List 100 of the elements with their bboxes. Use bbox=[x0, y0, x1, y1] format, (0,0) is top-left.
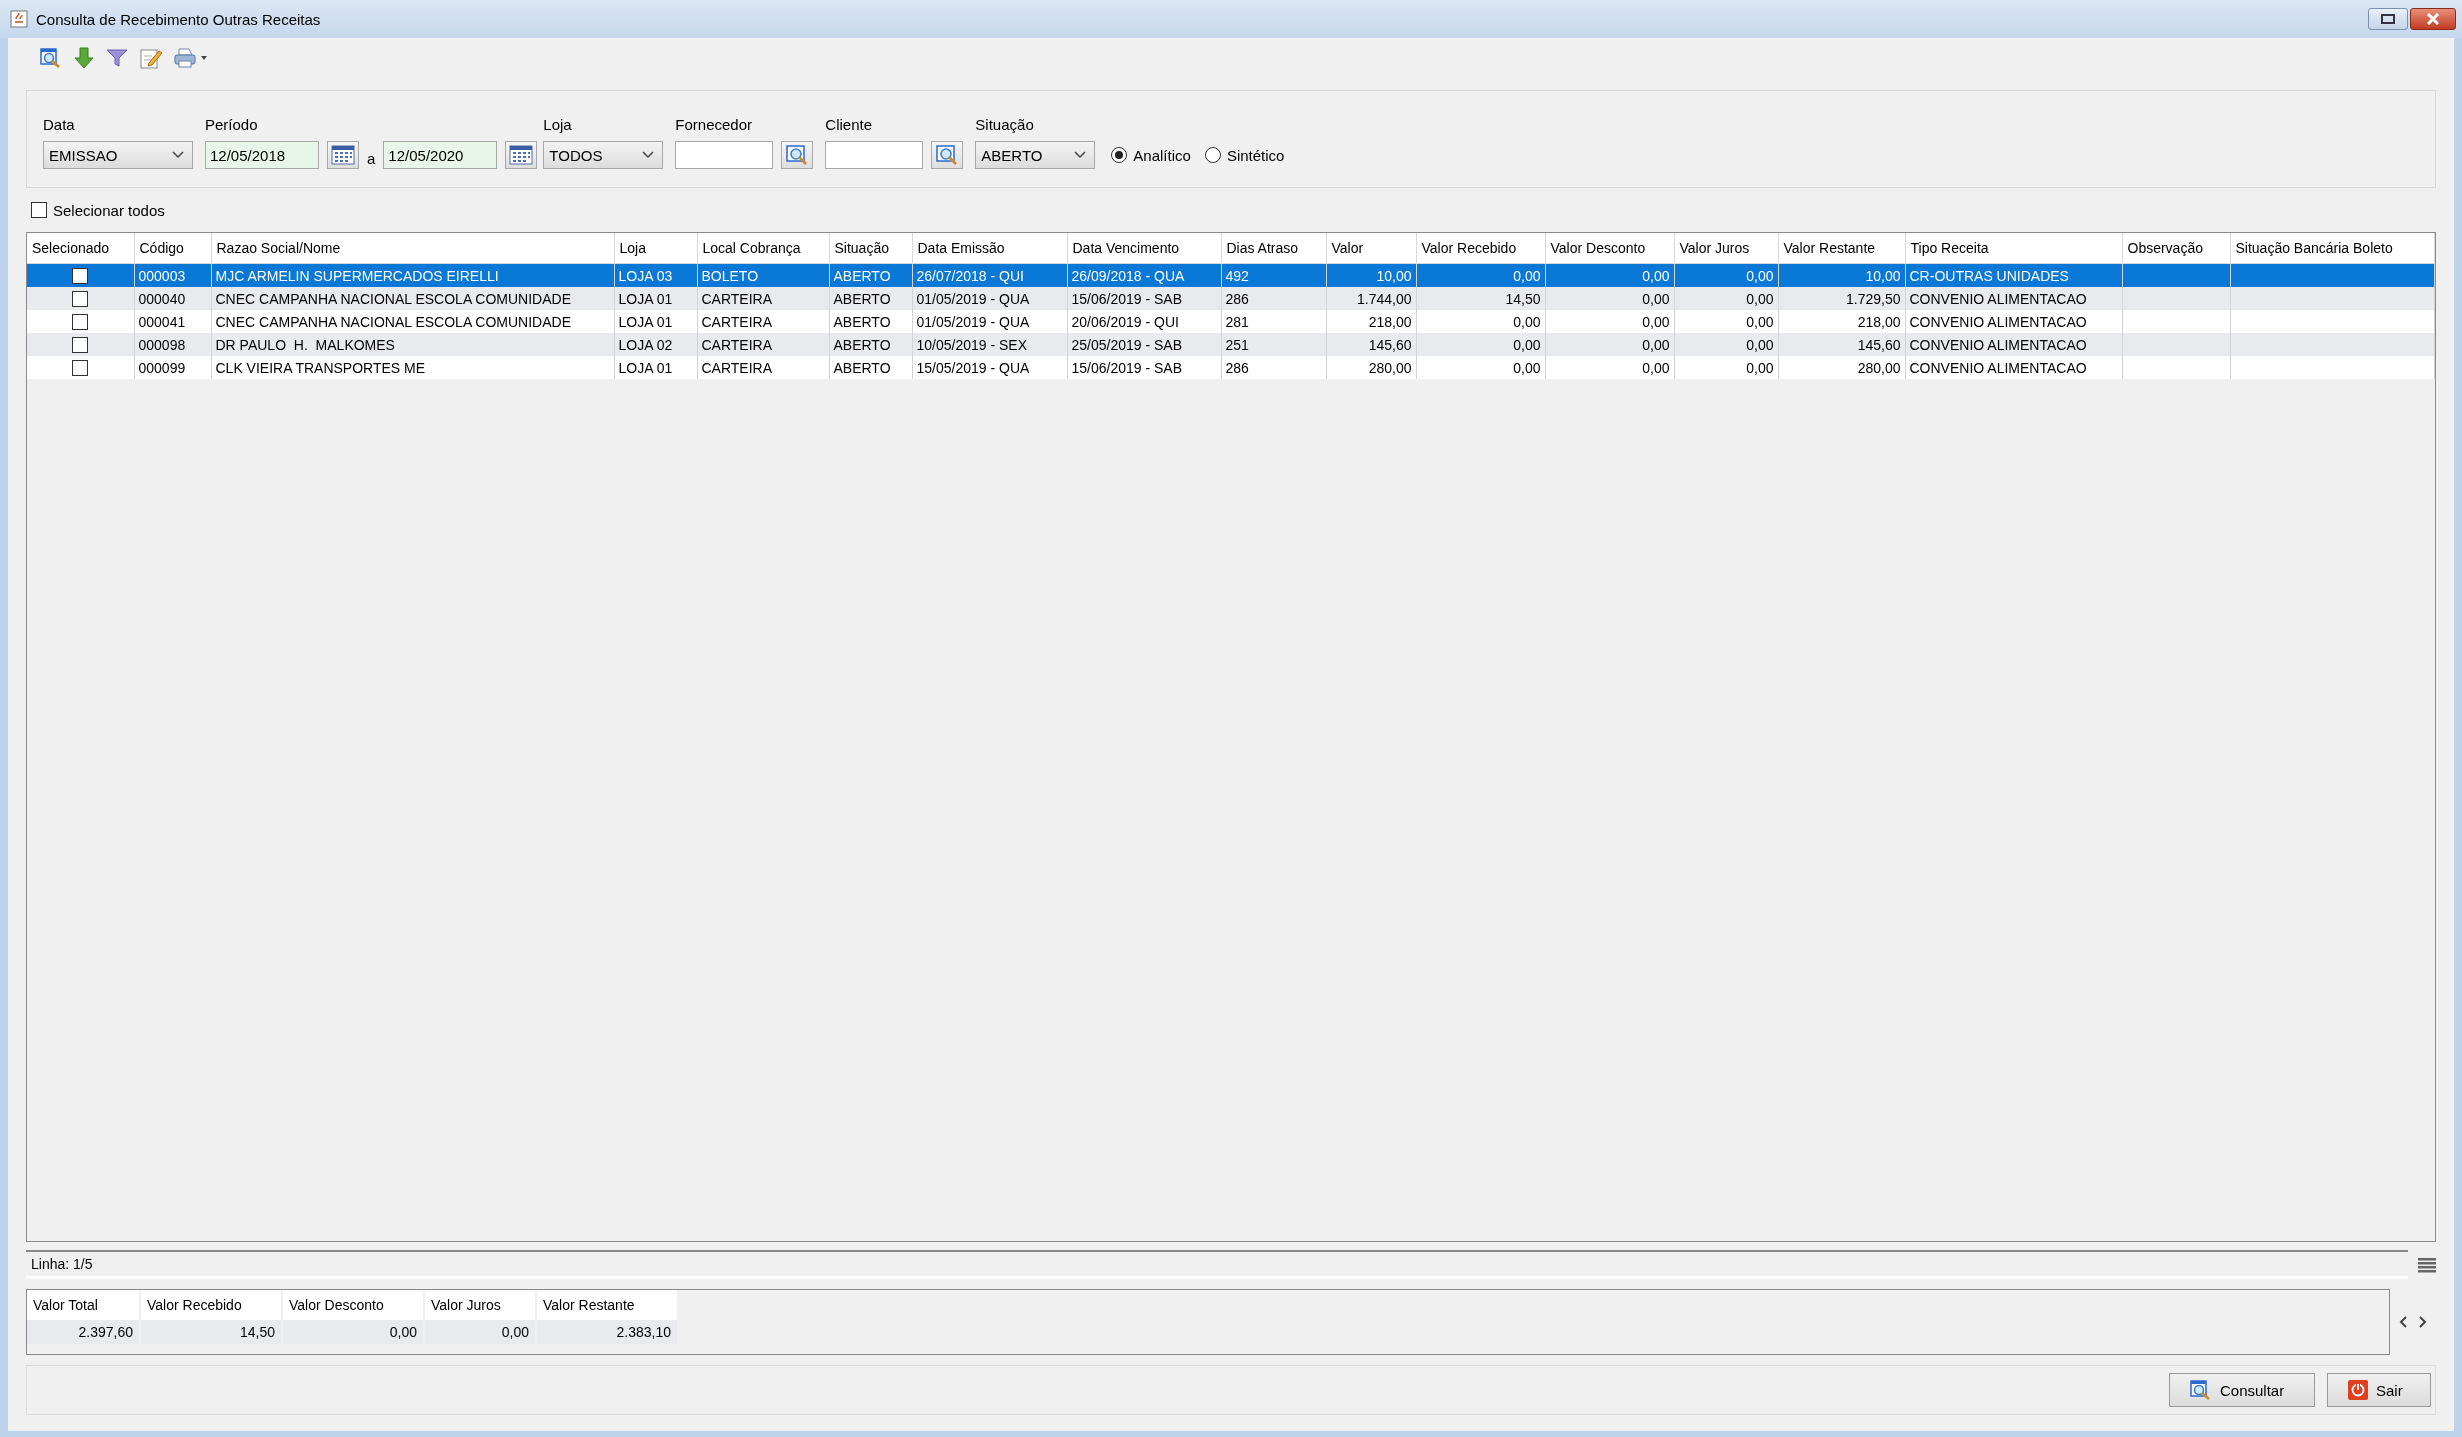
radio-label: Sintético bbox=[1226, 146, 1285, 164]
table-cell: 26/09/2018 - QUA bbox=[1071, 267, 1185, 284]
funnel-icon[interactable] bbox=[106, 48, 128, 68]
table-cell: LOJA 01 bbox=[618, 313, 673, 330]
restore-button[interactable] bbox=[2368, 8, 2408, 30]
row-checkbox[interactable] bbox=[72, 337, 89, 354]
date-type-dropdown[interactable]: EMISSAO bbox=[43, 141, 193, 169]
chevron-left-icon[interactable] bbox=[2398, 1315, 2408, 1329]
table-row[interactable]: 000098 DR PAULO H. MALKOMES LOJA 02 CARTEIRA ABERTO 10/05/2019 - SEX 25/05/2019 - SAB 251 145,60 0,00 0,00 0,00 145,60 CONVENIO ALIMENTACAO bbox=[27, 333, 2435, 356]
table-row[interactable]: 000041 CNEC CAMPANHA NACIONAL ESCOLA COMUNIDADE LOJA 01 CARTEIRA ABERTO 01/05/2019 - QUA 20/06/2019 - QUI 281 218,00 0,00 0,00 0,00 218,00 CONVENIO ALIMENTACAO bbox=[27, 310, 2435, 333]
row-checkbox[interactable] bbox=[72, 291, 89, 308]
row-checkbox[interactable] bbox=[72, 314, 89, 331]
menu-icon[interactable] bbox=[2418, 1256, 2436, 1273]
column-header[interactable]: Selecionado bbox=[27, 233, 134, 264]
column-header[interactable]: Local Cobrança bbox=[697, 233, 829, 264]
table-cell: 0,00 bbox=[1642, 313, 1670, 330]
table-cell: ABERTO bbox=[833, 336, 891, 353]
table-cell: 25/05/2019 - SAB bbox=[1071, 336, 1183, 353]
column-header[interactable]: Valor Juros bbox=[1674, 233, 1778, 264]
column-header[interactable]: Situação bbox=[829, 233, 912, 264]
table-cell: 20/06/2019 - QUI bbox=[1071, 313, 1179, 330]
table-cell: 1.729,50 bbox=[1846, 290, 1901, 307]
table-cell: ABERTO bbox=[833, 290, 891, 307]
close-button[interactable] bbox=[2410, 8, 2456, 30]
table-cell: 0,00 bbox=[1642, 290, 1670, 307]
calendar-button[interactable] bbox=[505, 141, 538, 169]
radio-button[interactable] bbox=[1204, 147, 1221, 163]
table-cell: 492 bbox=[1225, 267, 1249, 284]
table-cell: 0,00 bbox=[1642, 359, 1670, 376]
lookup-button[interactable] bbox=[781, 141, 814, 169]
down-arrow-icon[interactable] bbox=[74, 47, 94, 69]
table-cell: MJC ARMELIN SUPERMERCADOS EIRELLI bbox=[215, 267, 499, 284]
end-date-field[interactable]: 12/05/2020 bbox=[383, 141, 498, 169]
table-cell: 0,00 bbox=[1746, 267, 1774, 284]
table-cell: CARTEIRA bbox=[701, 336, 773, 353]
table-cell: 000003 bbox=[138, 267, 186, 284]
checkbox-label: Selecionar todos bbox=[53, 201, 165, 219]
summary-value: 2.397,60 bbox=[78, 1324, 133, 1340]
column-header[interactable]: Valor Desconto bbox=[1545, 233, 1674, 264]
column-header[interactable]: Situação Bancária Boleto bbox=[2230, 233, 2435, 264]
field-label: Loja bbox=[543, 116, 573, 133]
printer-icon[interactable] bbox=[174, 47, 208, 69]
table-cell: 15/06/2019 - SAB bbox=[1071, 359, 1183, 376]
client-field[interactable] bbox=[825, 141, 924, 169]
exit-button[interactable]: Sair bbox=[2327, 1373, 2431, 1407]
summary-value: 0,00 bbox=[389, 1324, 417, 1340]
column-header[interactable]: Observação bbox=[2122, 233, 2230, 264]
column-header[interactable]: Razao Social/Nome bbox=[211, 233, 614, 264]
table-cell: 15/05/2019 - QUA bbox=[916, 359, 1030, 376]
power-icon bbox=[2348, 1380, 2368, 1400]
calendar-button[interactable] bbox=[327, 141, 359, 169]
supplier-field[interactable] bbox=[675, 141, 774, 169]
table-cell: 0,00 bbox=[1513, 267, 1541, 284]
table-cell: 286 bbox=[1225, 359, 1249, 376]
summary-header: Valor Total bbox=[27, 1290, 140, 1320]
column-header[interactable]: Data Emissão bbox=[912, 233, 1067, 264]
table-cell: 15/06/2019 - SAB bbox=[1071, 290, 1183, 307]
table-cell: 0,00 bbox=[1746, 336, 1774, 353]
table-cell: 280,00 bbox=[1857, 359, 1901, 376]
chevron-right-icon[interactable] bbox=[2418, 1315, 2428, 1329]
column-header[interactable]: Dias Atraso bbox=[1221, 233, 1326, 264]
table-cell: 0,00 bbox=[1513, 313, 1541, 330]
table-cell: 286 bbox=[1225, 290, 1249, 307]
summary-value: 0,00 bbox=[501, 1324, 529, 1340]
table-cell: 218,00 bbox=[1368, 313, 1412, 330]
table-cell: LOJA 01 bbox=[618, 290, 673, 307]
magnifier-icon bbox=[2190, 1379, 2212, 1401]
table-row[interactable]: 000040 CNEC CAMPANHA NACIONAL ESCOLA COMUNIDADE LOJA 01 CARTEIRA ABERTO 01/05/2019 - QUA 15/06/2019 - SAB 286 1.744,00 14,50 0,00 0,00 1.729,50 CONVENIO ALIMENTACAO bbox=[27, 287, 2435, 310]
status-dropdown[interactable]: ABERTO bbox=[975, 141, 1096, 169]
column-header[interactable]: Tipo Receita bbox=[1905, 233, 2122, 264]
row-checkbox[interactable] bbox=[72, 268, 89, 285]
column-header[interactable]: Loja bbox=[614, 233, 697, 264]
column-header[interactable]: Valor Restante bbox=[1778, 233, 1905, 264]
radio-button[interactable] bbox=[1111, 147, 1128, 163]
chevron-down-icon bbox=[642, 151, 655, 159]
column-header[interactable]: Data Vencimento bbox=[1067, 233, 1221, 264]
pencil-note-icon[interactable] bbox=[140, 47, 162, 69]
table-cell: BOLETO bbox=[701, 267, 759, 284]
table-cell: ABERTO bbox=[833, 359, 891, 376]
table-cell: 0,00 bbox=[1642, 336, 1670, 353]
table-row[interactable]: 000099 CLK VIEIRA TRANSPORTES ME LOJA 01 CARTEIRA ABERTO 15/05/2019 - QUA 15/06/2019 - SAB 286 280,00 0,00 0,00 0,00 280,00 CONVENIO ALIMENTACAO bbox=[27, 356, 2435, 379]
column-header[interactable]: Valor Recebido bbox=[1416, 233, 1545, 264]
store-dropdown[interactable]: TODOS bbox=[543, 141, 664, 169]
magnifier-icon[interactable] bbox=[40, 47, 62, 69]
column-header[interactable]: Valor bbox=[1326, 233, 1416, 264]
close-icon bbox=[2426, 13, 2440, 25]
table-row[interactable]: 000003 MJC ARMELIN SUPERMERCADOS EIRELLI LOJA 03 BOLETO ABERTO 26/07/2018 - QUI 26/09/2018 - QUA 492 10,00 0,00 0,00 0,00 10,00 CR-OUTRAS UNIDADES bbox=[27, 263, 2435, 287]
summary-header: Valor Restante bbox=[536, 1290, 678, 1320]
search-button[interactable]: Consultar bbox=[2169, 1373, 2315, 1407]
table-cell: 281 bbox=[1225, 313, 1249, 330]
select-all-checkbox[interactable] bbox=[31, 202, 47, 218]
table-cell: CR-OUTRAS UNIDADES bbox=[1909, 267, 2069, 284]
table-cell: 0,00 bbox=[1513, 359, 1541, 376]
table-cell: LOJA 01 bbox=[618, 359, 673, 376]
row-checkbox[interactable] bbox=[72, 360, 89, 377]
table-cell: 0,00 bbox=[1746, 290, 1774, 307]
field-label: Data bbox=[43, 116, 76, 133]
start-date-field[interactable]: 12/05/2018 bbox=[205, 141, 319, 169]
column-header[interactable]: Código bbox=[134, 233, 211, 264]
lookup-button[interactable] bbox=[931, 141, 964, 169]
